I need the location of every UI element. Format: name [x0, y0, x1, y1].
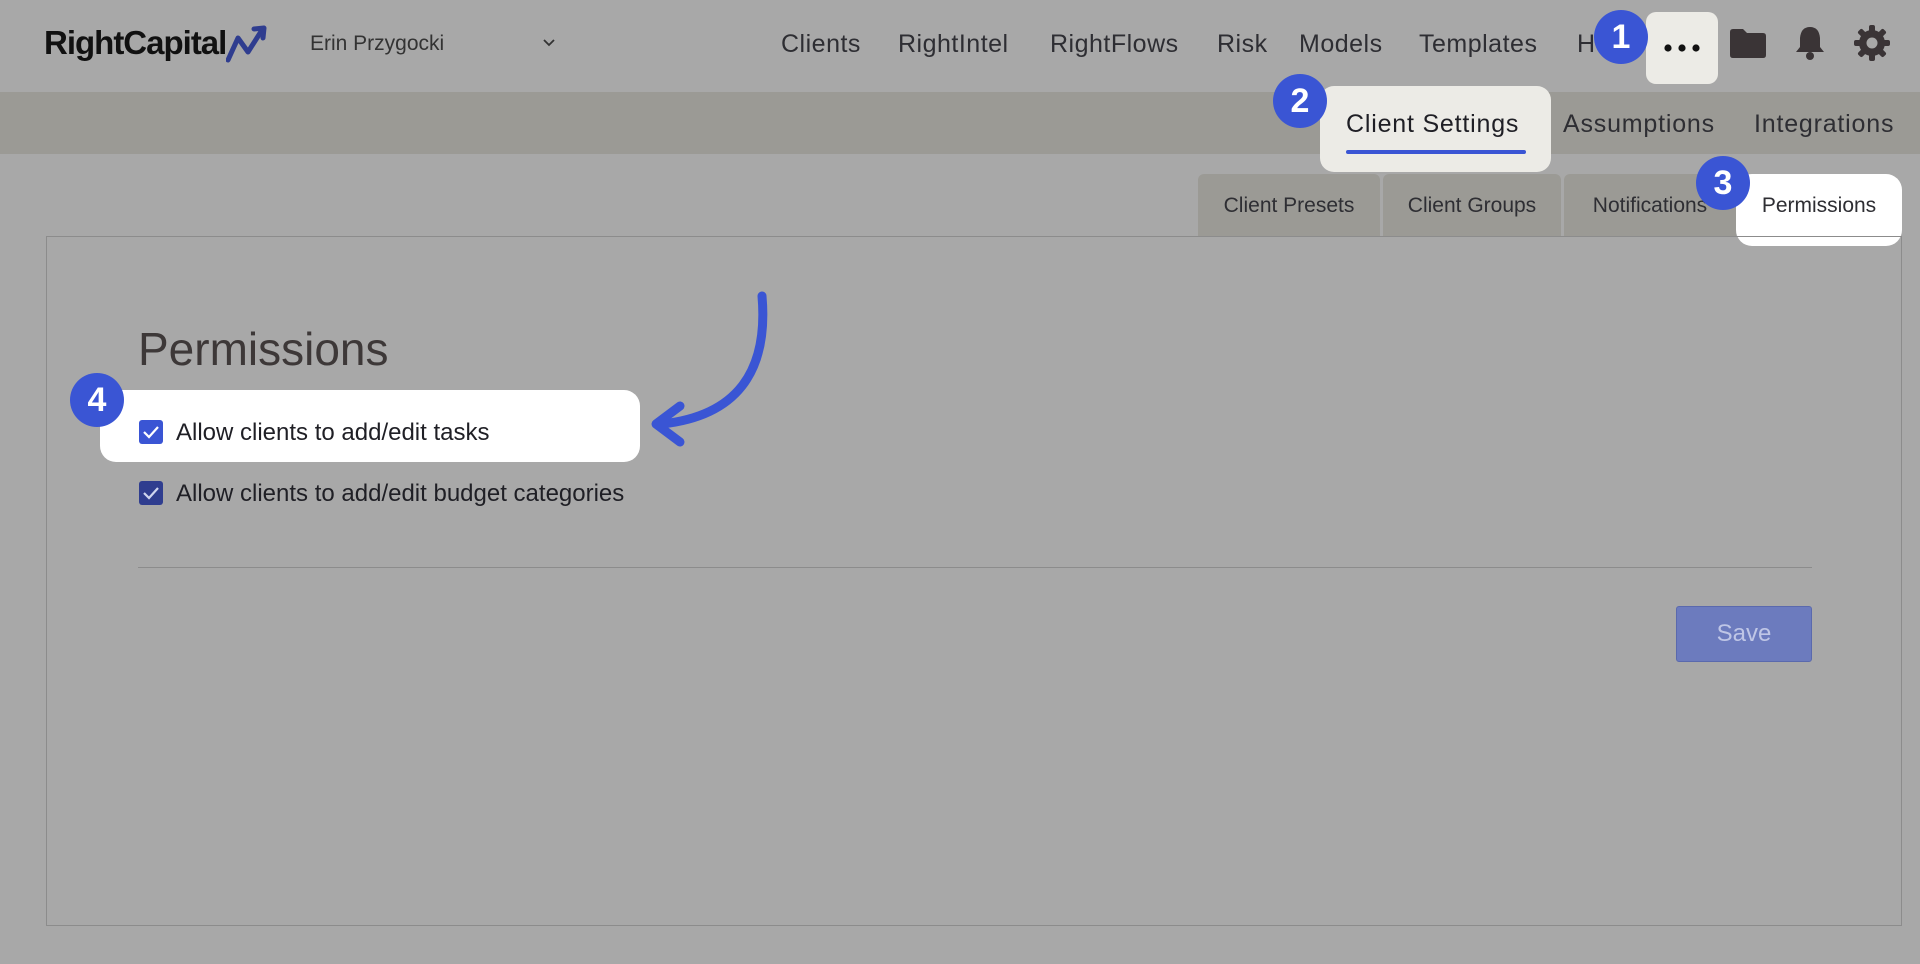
subnav-assumptions[interactable]: Assumptions: [1563, 110, 1715, 139]
page-title: Permissions: [138, 323, 389, 375]
bell-icon[interactable]: [1789, 22, 1831, 64]
checkbox-budget-categories-label[interactable]: Allow clients to add/edit budget categor…: [176, 480, 624, 508]
subnav-client-settings[interactable]: Client Settings: [1320, 86, 1551, 172]
more-dots-icon: [1664, 44, 1700, 52]
nav-rightflows[interactable]: RightFlows: [1050, 30, 1179, 59]
checkmark-icon: [143, 426, 159, 439]
checkmark-icon: [143, 487, 159, 500]
step-badge-1: 1: [1594, 10, 1648, 64]
client-selector[interactable]: Erin Przygocki: [310, 32, 444, 56]
folder-icon[interactable]: [1727, 22, 1769, 64]
subnav-client-settings-label: Client Settings: [1346, 110, 1520, 138]
nav-clients[interactable]: Clients: [781, 30, 861, 59]
gear-icon[interactable]: [1851, 22, 1893, 64]
checkbox-budget-categories[interactable]: [139, 481, 163, 505]
step-badge-4: 4: [70, 373, 124, 427]
nav-help-truncated[interactable]: H: [1577, 30, 1596, 59]
save-button[interactable]: Save: [1676, 606, 1812, 662]
nav-templates[interactable]: Templates: [1419, 30, 1537, 59]
nav-rightintel[interactable]: RightIntel: [898, 30, 1009, 59]
nav-models[interactable]: Models: [1299, 30, 1383, 59]
curved-arrow-icon: [651, 291, 768, 447]
logo[interactable]: RightCapital: [44, 24, 227, 62]
step-badge-3: 3: [1696, 156, 1750, 210]
tab-client-groups[interactable]: Client Groups: [1383, 174, 1561, 236]
step-badge-2: 2: [1273, 74, 1327, 128]
divider: [138, 567, 1812, 568]
subnav-integrations[interactable]: Integrations: [1754, 110, 1894, 139]
logo-arrow-icon: [226, 25, 267, 63]
checkbox-tasks-label[interactable]: Allow clients to add/edit tasks: [176, 419, 490, 447]
chevron-down-icon[interactable]: [540, 34, 558, 52]
nav-risk[interactable]: Risk: [1217, 30, 1268, 59]
checkbox-tasks[interactable]: [139, 420, 163, 444]
active-underline: [1346, 150, 1526, 154]
more-menu-button[interactable]: [1646, 12, 1718, 84]
tab-client-presets[interactable]: Client Presets: [1198, 174, 1380, 236]
